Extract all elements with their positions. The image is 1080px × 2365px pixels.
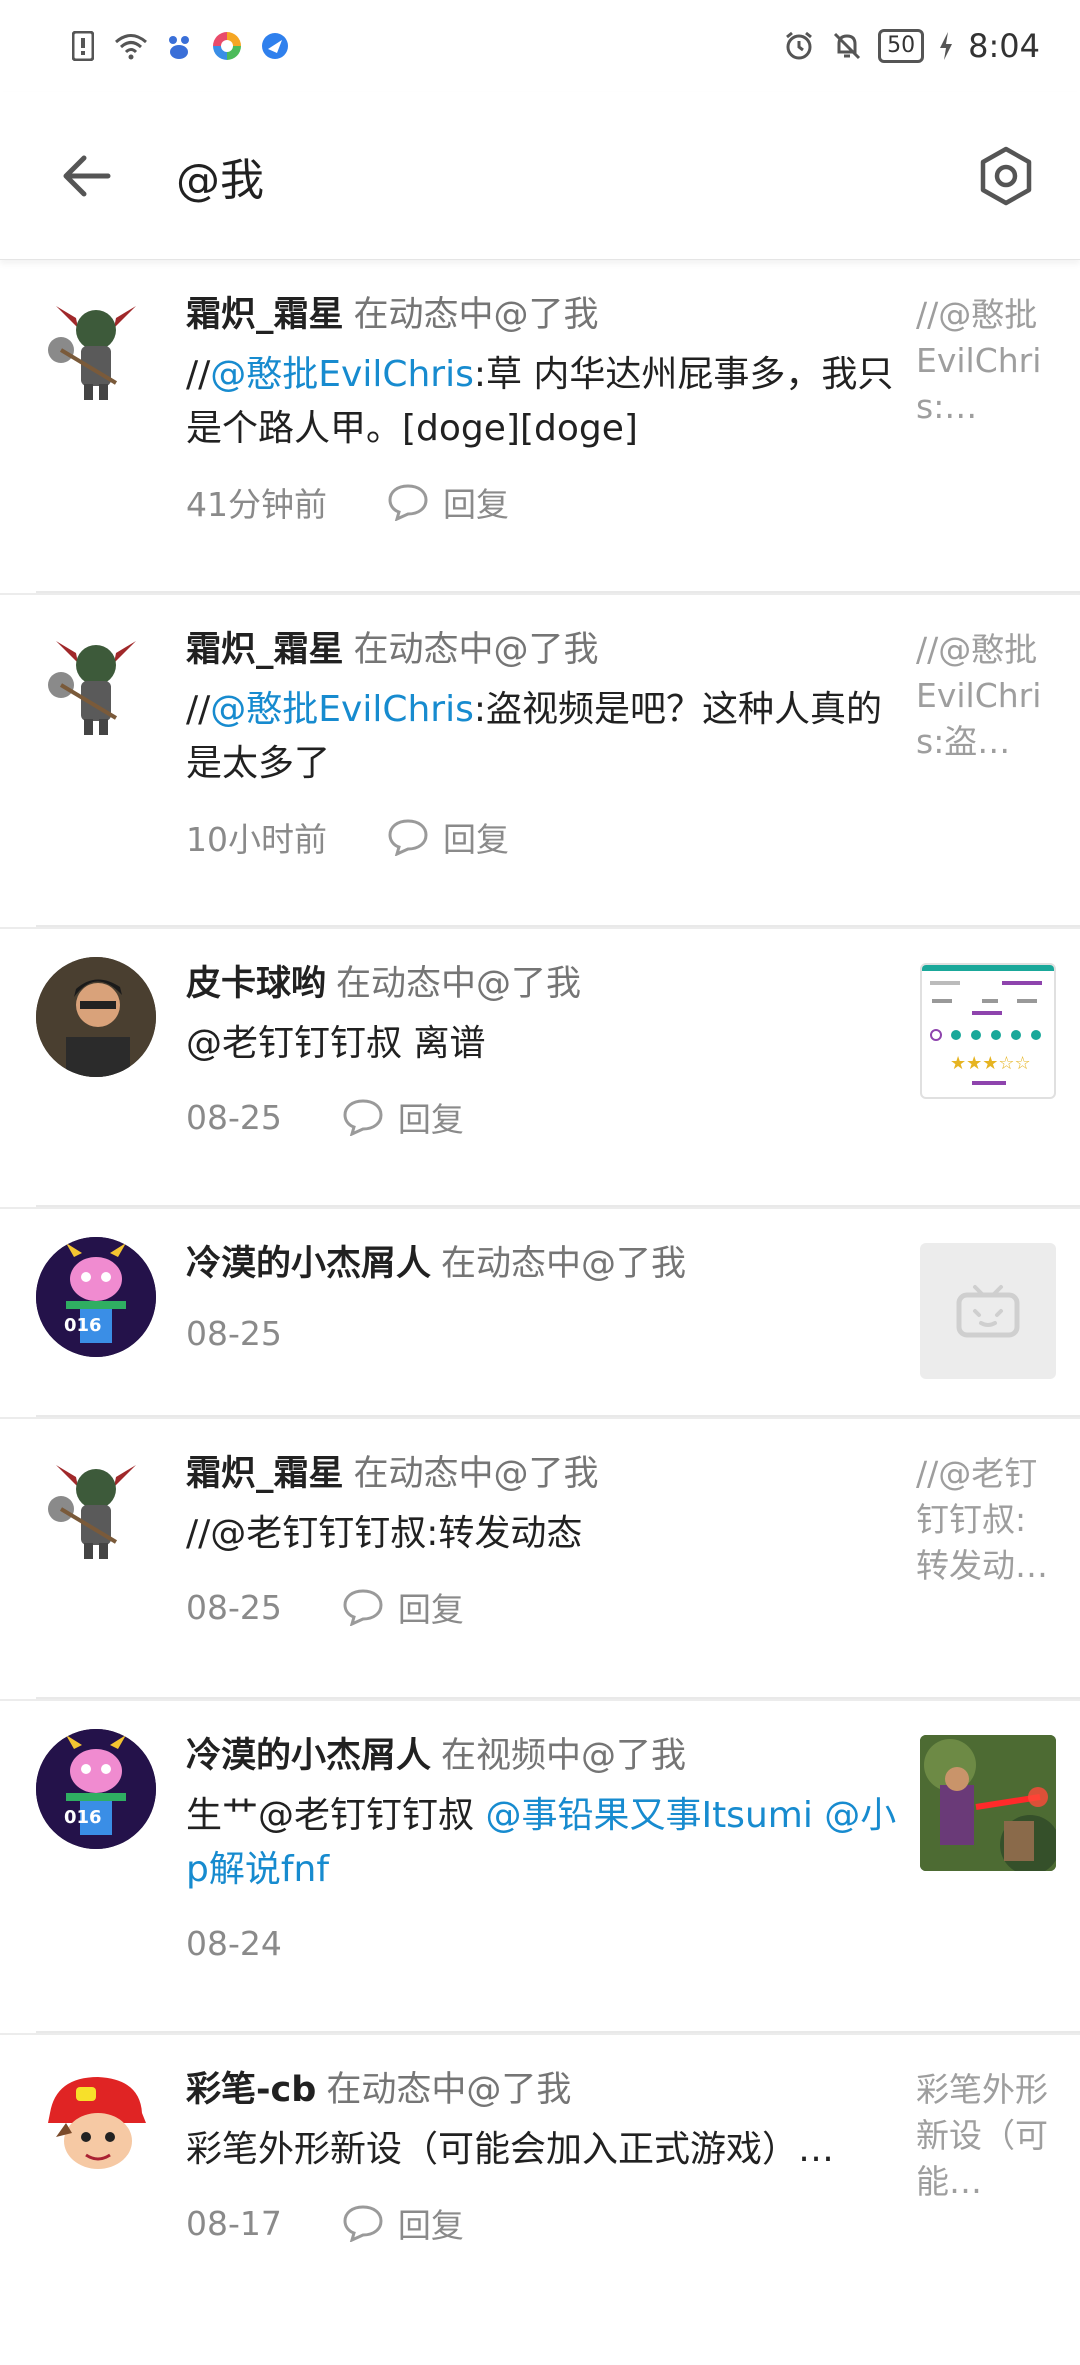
svg-text:016: 016 — [64, 1315, 102, 1336]
charging-icon — [938, 29, 954, 63]
svg-text:★★★☆☆: ★★★☆☆ — [950, 1053, 1031, 1074]
list-item[interactable]: 霜炽_霜星 在动态中@了我 //@憨批EvilChris:草 内华达州屁事多，我只… — [0, 260, 1080, 595]
reply-label: 回复 — [443, 485, 509, 524]
text-segment: //@老钉钉钉叔:转发动态 — [186, 1513, 583, 1554]
divider — [36, 925, 1080, 927]
text-segment: 彩笔外形新设（可能会加入正式游戏）… — [186, 2129, 835, 2170]
mention-action: 在动态中@了我 — [353, 630, 599, 670]
preview-thumbnail[interactable]: ★★★☆☆ — [920, 963, 1056, 1099]
list-item[interactable]: 霜炽_霜星 在动态中@了我 //@憨批EvilChris:盗视频是吧？这种人真的是… — [0, 595, 1080, 929]
mention-text[interactable]: 彩笔外形新设（可能会加入正式游戏）… — [186, 2123, 896, 2177]
reply-button[interactable]: 回复 — [387, 813, 509, 861]
text-segment: // — [186, 354, 211, 395]
reply-button[interactable]: 回复 — [342, 2199, 464, 2247]
divider — [36, 1697, 1080, 1699]
svg-text:016: 016 — [64, 1807, 102, 1828]
preview-text[interactable]: //@老钉钉钉叔:转发动… — [916, 1451, 1056, 1699]
avatar[interactable] — [36, 957, 156, 1077]
app-bar: @我 — [0, 92, 1080, 260]
preview-thumbnail[interactable] — [920, 1735, 1056, 1871]
avatar[interactable] — [36, 2063, 156, 2183]
app-icon — [210, 29, 244, 63]
reply-label: 回复 — [397, 1100, 464, 1139]
avatar[interactable]: 016 — [36, 1237, 156, 1357]
preview-text[interactable]: 彩笔外形新设（可能… — [916, 2067, 1056, 2365]
timestamp: 08-17 — [186, 2203, 282, 2243]
mention-text[interactable]: //@老钉钉钉叔:转发动态 — [186, 1507, 896, 1561]
reply-button[interactable]: 回复 — [342, 1093, 464, 1141]
arrow-left-icon — [63, 155, 111, 196]
bilibili-placeholder-icon — [956, 1285, 1020, 1338]
mention-action: 在动态中@了我 — [336, 964, 582, 1004]
divider — [36, 591, 1080, 593]
mention-link[interactable]: @憨批EvilChris — [210, 354, 474, 395]
comment-icon — [343, 1589, 383, 1626]
mention-action: 在动态中@了我 — [353, 295, 599, 335]
mention-list: 霜炽_霜星 在动态中@了我 //@憨批EvilChris:草 内华达州屁事多，我只… — [0, 260, 1080, 2365]
comment-icon — [388, 484, 428, 521]
preview-text[interactable]: //@憨批EvilChris:盗… — [916, 627, 1056, 927]
username[interactable]: 冷漠的小杰屑人 — [186, 1244, 431, 1284]
divider — [36, 1205, 1080, 1207]
alarm-icon — [782, 29, 816, 63]
mute-icon — [830, 29, 864, 63]
reply-label: 回复 — [397, 1590, 464, 1629]
comment-icon — [343, 2205, 383, 2242]
hexagon-settings-icon — [980, 146, 1032, 205]
browser-icon — [258, 29, 292, 63]
timestamp: 41分钟前 — [186, 485, 327, 524]
mention-text[interactable]: //@憨批EvilChris:草 内华达州屁事多，我只是个路人甲。[doge][… — [186, 348, 896, 456]
comment-icon — [343, 1099, 383, 1136]
timestamp: 08-24 — [186, 1923, 282, 1963]
wifi-icon — [114, 29, 148, 63]
username[interactable]: 霜炽_霜星 — [186, 630, 344, 670]
avatar[interactable] — [36, 288, 156, 408]
username[interactable]: 霜炽_霜星 — [186, 295, 344, 335]
page-title: @我 — [176, 154, 264, 206]
list-item[interactable]: 霜炽_霜星 在动态中@了我 //@老钉钉钉叔:转发动态 08-25 回复 //@老… — [0, 1419, 1080, 1701]
username[interactable]: 彩笔-cb — [186, 2070, 316, 2110]
reply-label: 回复 — [443, 820, 509, 859]
list-item[interactable]: 016 冷漠的小杰屑人 在视频中@了我 生艹@老钉钉钉叔 @事铅果又事Itsumi… — [0, 1701, 1080, 2035]
mention-text[interactable]: 生艹@老钉钉钉叔 @事铅果又事Itsumi @小p解说fnf — [186, 1789, 900, 1897]
list-item[interactable]: 皮卡球哟 在动态中@了我 @老钉钉钉叔 离谱 08-25 回复 ★★★☆☆ — [0, 929, 1080, 1209]
mention-action: 在动态中@了我 — [326, 2070, 572, 2110]
preview-text[interactable]: //@憨批EvilChris:… — [916, 292, 1056, 593]
baidu-icon — [162, 29, 196, 63]
username[interactable]: 冷漠的小杰屑人 — [186, 1736, 431, 1776]
mention-text[interactable]: //@憨批EvilChris:盗视频是吧？这种人真的是太多了 — [186, 683, 896, 791]
reply-button[interactable]: 回复 — [342, 1583, 464, 1631]
avatar[interactable]: 016 — [36, 1729, 156, 1849]
list-item[interactable]: 彩笔-cb 在动态中@了我 彩笔外形新设（可能会加入正式游戏）… 08-17 回复… — [0, 2035, 1080, 2365]
timestamp: 10小时前 — [186, 820, 327, 859]
settings-button[interactable] — [972, 142, 1040, 210]
alert-icon — [66, 29, 100, 63]
divider — [36, 1415, 1080, 1417]
mention-link[interactable]: @憨批EvilChris — [210, 689, 474, 730]
mention-action: 在动态中@了我 — [353, 1454, 599, 1494]
username[interactable]: 霜炽_霜星 — [186, 1454, 344, 1494]
timestamp: 08-25 — [186, 1313, 282, 1353]
reply-label: 回复 — [397, 2206, 464, 2245]
clock: 8:04 — [968, 27, 1040, 65]
avatar[interactable] — [36, 623, 156, 743]
timestamp: 08-25 — [186, 1097, 282, 1137]
reply-button[interactable]: 回复 — [387, 478, 509, 526]
list-item[interactable]: 016 冷漠的小杰屑人 在动态中@了我 08-25 — [0, 1209, 1080, 1419]
mention-text[interactable]: @老钉钉钉叔 离谱 — [186, 1017, 900, 1071]
text-segment: 生艹@老钉钉钉叔 — [186, 1795, 486, 1836]
mention-action: 在视频中@了我 — [441, 1736, 687, 1776]
comment-icon — [388, 819, 428, 856]
timestamp: 08-25 — [186, 1587, 282, 1627]
preview-thumbnail[interactable] — [920, 1243, 1056, 1379]
mention-action: 在动态中@了我 — [441, 1244, 687, 1284]
text-segment: // — [186, 689, 211, 730]
avatar[interactable] — [36, 1447, 156, 1567]
back-button[interactable] — [56, 146, 116, 206]
status-bar: 50 8:04 — [0, 0, 1080, 92]
divider — [36, 2031, 1080, 2033]
text-segment: @老钉钉钉叔 离谱 — [186, 1023, 486, 1064]
username[interactable]: 皮卡球哟 — [186, 964, 326, 1004]
battery-indicator: 50 — [878, 29, 925, 63]
